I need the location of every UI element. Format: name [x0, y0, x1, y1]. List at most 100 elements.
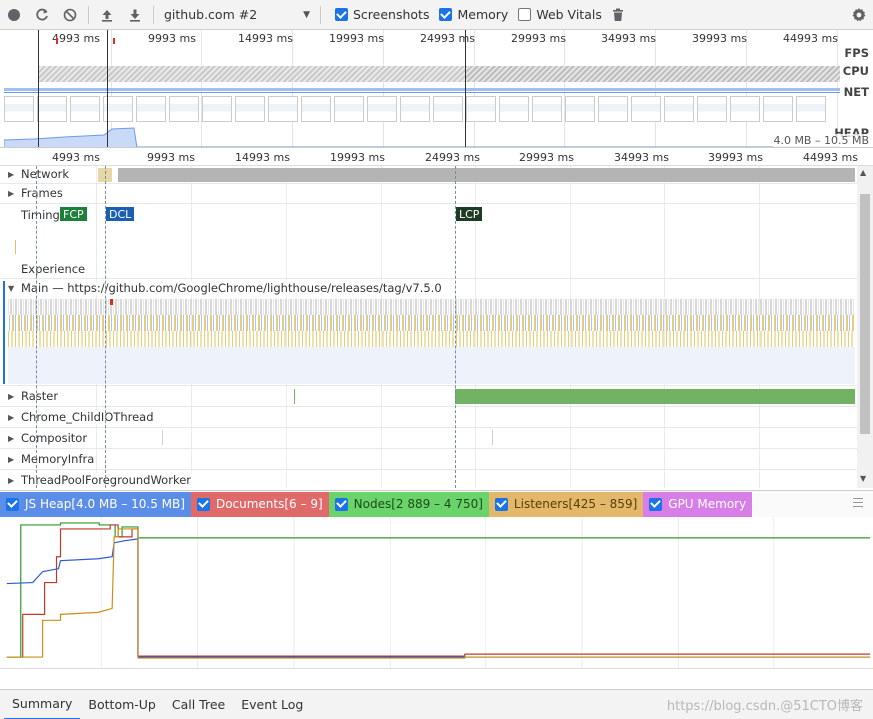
flame-chart[interactable]: ▶ Network ▶ Frames Timings FCP DCL LCP Exp… [0, 166, 857, 488]
child-io-thread-track[interactable]: ▶ Chrome_ChildIOThread [0, 407, 857, 428]
tab-event-log[interactable]: Event Log [233, 690, 311, 719]
raster-task-bar[interactable] [455, 389, 855, 404]
memory-infra-label[interactable]: ▶ MemoryInfra [8, 452, 97, 466]
net-label: NET [843, 85, 869, 99]
menu-icon[interactable] [853, 498, 863, 507]
overview-tick: 39993 ms [692, 32, 747, 45]
main-thread-track[interactable]: ▼ Main — https://github.com/GoogleChrome/… [0, 279, 857, 386]
screenshot-thumbnail[interactable] [763, 96, 793, 122]
screenshot-thumbnail[interactable] [4, 96, 34, 122]
screenshot-thumbnail[interactable] [466, 96, 496, 122]
expand-triangle-icon: ▶ [8, 475, 15, 485]
compositor-task [162, 430, 163, 445]
screenshot-thumbnail[interactable] [70, 96, 100, 122]
screenshot-thumbnail[interactable] [499, 96, 529, 122]
collect-garbage-button[interactable] [604, 0, 632, 30]
screenshot-strip [4, 96, 840, 124]
tab-call-tree[interactable]: Call Tree [164, 690, 233, 719]
main-thread-flamegraph[interactable] [0, 299, 857, 385]
screenshot-thumbnail[interactable] [433, 96, 463, 122]
screenshot-thumbnail[interactable] [796, 96, 826, 122]
ruler-tick: 44993 ms [803, 151, 858, 164]
expand-triangle-icon: ▶ [8, 412, 15, 422]
fcp-marker[interactable]: FCP [60, 207, 87, 221]
ruler-tick: 19993 ms [330, 151, 385, 164]
gpu-memory-counter-toggle[interactable]: GPU Memory [643, 491, 753, 517]
memory-checkbox[interactable]: Memory [439, 7, 508, 22]
memory-label: Memory [457, 7, 509, 22]
checkbox-checked-icon [6, 497, 19, 511]
scroll-up-icon[interactable]: ▲ [860, 168, 866, 177]
screenshot-thumbnail[interactable] [400, 96, 430, 122]
tab-summary[interactable]: Summary [4, 690, 81, 719]
screenshot-thumbnail[interactable] [730, 96, 760, 122]
overview-window-handle[interactable] [107, 30, 108, 147]
ruler-tick: 39993 ms [708, 151, 763, 164]
compositor-track-label[interactable]: ▶ Compositor [8, 431, 90, 445]
screenshot-thumbnail[interactable] [598, 96, 628, 122]
screenshot-thumbnail[interactable] [235, 96, 265, 122]
network-request-bar[interactable] [118, 168, 855, 182]
dcl-marker[interactable]: DCL [106, 207, 135, 221]
screenshot-thumbnail[interactable] [532, 96, 562, 122]
nodes-counter-toggle[interactable]: Nodes[2 889 – 4 750] [328, 491, 489, 517]
clear-button[interactable] [56, 0, 84, 30]
reload-button[interactable] [28, 0, 56, 30]
overview-marker [113, 38, 115, 44]
network-track-label[interactable]: ▶ Network [8, 167, 72, 181]
screenshot-thumbnail[interactable] [268, 96, 298, 122]
network-track[interactable]: ▶ Network [0, 166, 857, 184]
compositor-track[interactable]: ▶ Compositor [0, 428, 857, 449]
watermark-text: https://blog.csdn.@51CTO博客 [666, 698, 863, 714]
tracks-scrollbar[interactable]: ▲ ▼ [857, 166, 873, 488]
overview-window-handle[interactable] [38, 30, 39, 147]
raster-task-bar[interactable] [294, 389, 295, 404]
screenshot-thumbnail[interactable] [37, 96, 67, 122]
download-button[interactable] [121, 0, 149, 30]
ruler-tick: 29993 ms [519, 151, 574, 164]
upload-button[interactable] [93, 0, 121, 30]
screenshot-thumbnail[interactable] [301, 96, 331, 122]
timing-tick [15, 240, 16, 254]
documents-counter-label: Documents[6 – 9] [215, 497, 323, 511]
screenshot-thumbnail[interactable] [631, 96, 661, 122]
screenshot-thumbnail[interactable] [697, 96, 727, 122]
scrollbar-thumb[interactable] [860, 194, 870, 434]
scroll-down-icon[interactable]: ▼ [860, 474, 866, 483]
memory-infra-track[interactable]: ▶ MemoryInfra [0, 449, 857, 470]
listeners-counter-toggle[interactable]: Listeners[425 – 859] [488, 491, 644, 517]
raster-track-label[interactable]: ▶ Raster [8, 389, 61, 403]
raster-track[interactable]: ▶ Raster [0, 386, 857, 407]
threadpool-track[interactable]: ▶ ThreadPoolForegroundWorker [0, 470, 857, 488]
js-heap-counter-toggle[interactable]: JS Heap[4.0 MB – 10.5 MB] [0, 491, 191, 517]
experience-track-label: Experience [21, 262, 88, 276]
timeline-overview[interactable]: 4993 ms 9993 ms 14993 ms 19993 ms 24993 … [0, 30, 873, 148]
memory-counters-graph[interactable] [0, 517, 873, 669]
screenshot-thumbnail[interactable] [202, 96, 232, 122]
ruler-tick: 14993 ms [235, 151, 290, 164]
main-track-label[interactable]: ▼ Main — https://github.com/GoogleChrome/… [8, 281, 444, 295]
overview-tick: 44993 ms [783, 32, 838, 45]
documents-counter-toggle[interactable]: Documents[6 – 9] [190, 491, 329, 517]
screenshot-thumbnail[interactable] [169, 96, 199, 122]
screenshot-thumbnail[interactable] [334, 96, 364, 122]
screenshot-thumbnail[interactable] [565, 96, 595, 122]
settings-button[interactable] [845, 0, 873, 30]
checkbox-checked-icon [439, 8, 453, 21]
frames-track[interactable]: ▶ Frames [0, 184, 857, 204]
web-vitals-checkbox[interactable]: Web Vitals [518, 7, 602, 22]
recording-select[interactable]: github.com #2 ▼ [158, 4, 316, 26]
checkbox-checked-icon [335, 8, 348, 21]
network-activity [4, 88, 840, 91]
child-io-thread-label[interactable]: ▶ Chrome_ChildIOThread [8, 410, 156, 424]
overview-window-handle[interactable] [465, 30, 466, 147]
tab-bottom-up[interactable]: Bottom-Up [80, 690, 163, 719]
screenshot-thumbnail[interactable] [664, 96, 694, 122]
lcp-marker[interactable]: LCP [456, 207, 483, 221]
heap-range-label: 4.0 MB – 10.5 MB [773, 134, 869, 147]
screenshot-thumbnail[interactable] [367, 96, 397, 122]
ruler-tick: 24993 ms [425, 151, 480, 164]
screenshot-thumbnail[interactable] [136, 96, 166, 122]
record-button[interactable] [0, 0, 28, 30]
screenshots-checkbox[interactable]: Screenshots [335, 7, 429, 22]
